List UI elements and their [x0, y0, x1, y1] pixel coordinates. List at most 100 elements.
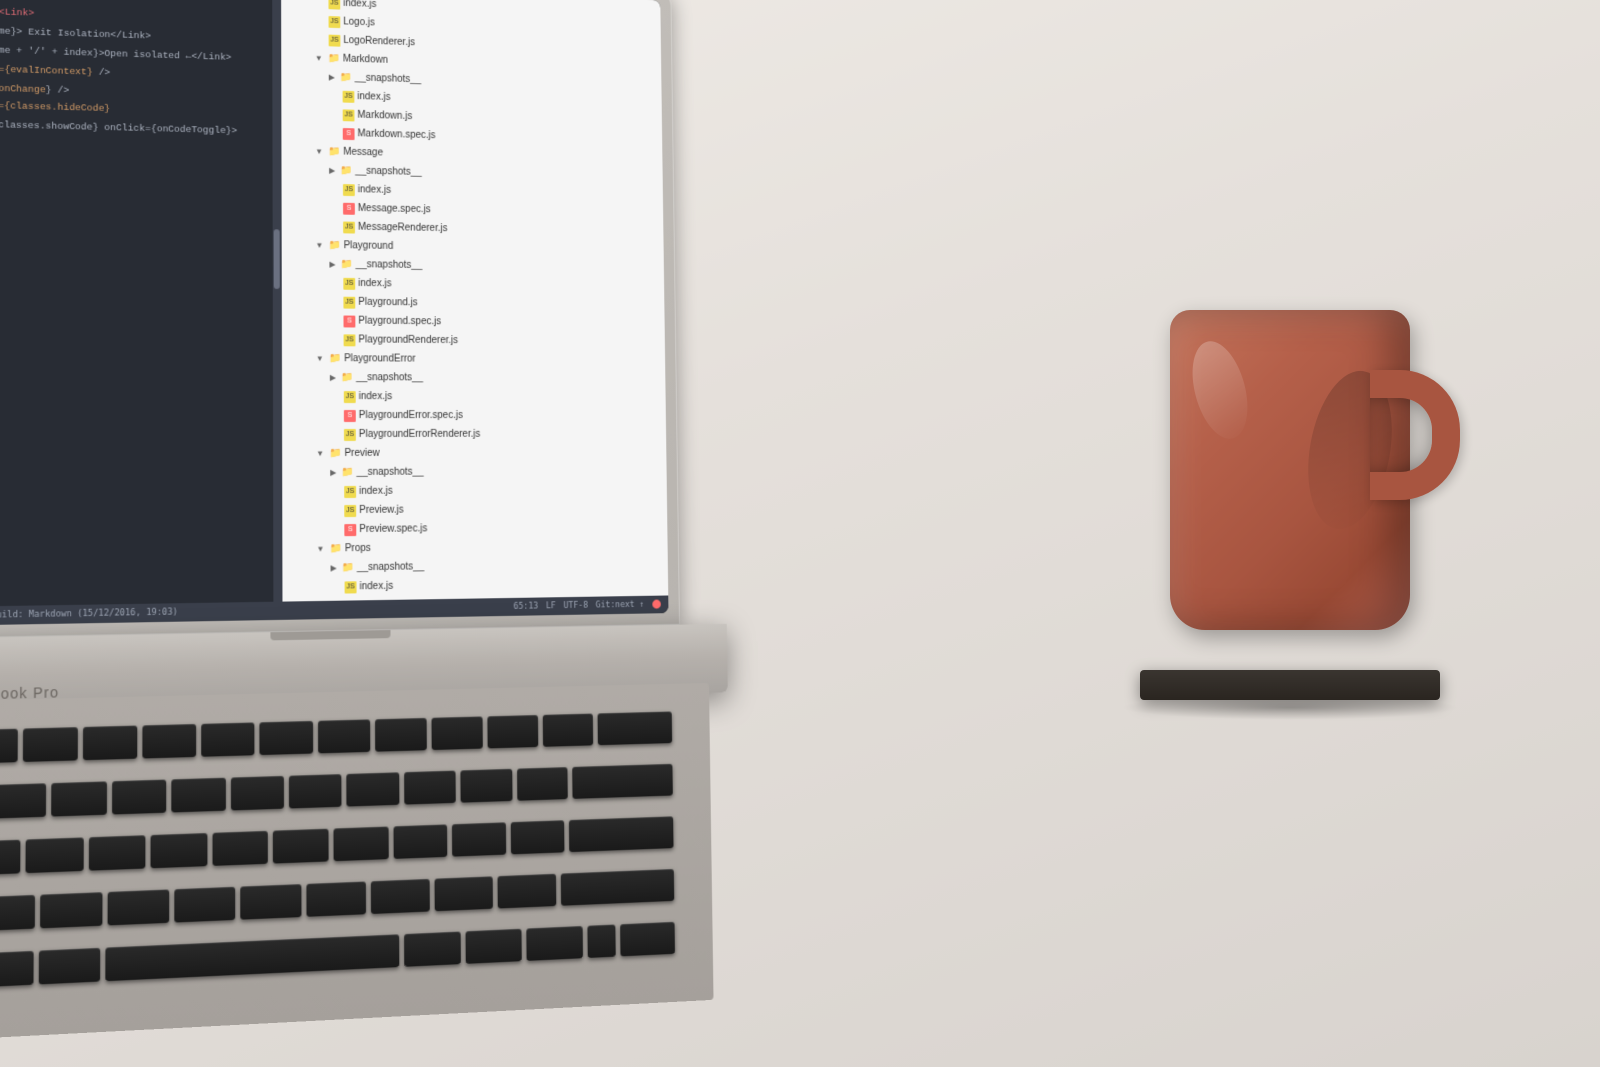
key[interactable]: [143, 724, 197, 759]
scrollbar-thumb[interactable]: [274, 229, 280, 289]
key[interactable]: [25, 837, 83, 873]
key[interactable]: [273, 829, 328, 864]
key[interactable]: [404, 770, 456, 804]
laptop-hinge: [270, 630, 390, 640]
key-backspace[interactable]: [597, 711, 672, 745]
key[interactable]: [461, 769, 513, 803]
key-alt-right[interactable]: [466, 929, 523, 964]
key[interactable]: [375, 717, 427, 751]
key[interactable]: [212, 831, 268, 866]
js-file-icon: JS: [343, 221, 355, 233]
folder-icon: 📁: [328, 238, 340, 254]
key-return[interactable]: [572, 764, 672, 799]
key-left[interactable]: [527, 926, 583, 961]
key-shift-right[interactable]: [560, 869, 674, 906]
folder-icon: 📁: [329, 445, 341, 461]
key[interactable]: [543, 713, 593, 746]
folder-playground-error[interactable]: ▼ 📁 PlaygroundError: [282, 349, 665, 370]
js-file-icon: JS: [343, 296, 355, 308]
spec-file-icon: S: [343, 315, 355, 327]
js-file-icon: JS: [343, 184, 355, 196]
key[interactable]: [202, 722, 255, 756]
status-lf: LF: [546, 601, 556, 611]
tree-item[interactable]: JS PlaygroundErrorRenderer.js: [282, 425, 666, 444]
cup-handle: [1370, 370, 1460, 500]
tree-item[interactable]: JS PlaygroundRenderer.js: [282, 330, 665, 351]
folder-icon: 📁: [340, 70, 352, 86]
key[interactable]: [511, 820, 564, 854]
js-file-icon: JS: [343, 277, 355, 289]
key-right[interactable]: [620, 922, 675, 957]
key[interactable]: [393, 824, 447, 859]
js-file-icon: JS: [344, 391, 356, 403]
status-icon: ⬤: [652, 600, 661, 610]
folder-icon: 📁: [341, 370, 353, 386]
cup-highlight: [1183, 335, 1257, 445]
key[interactable]: [347, 772, 399, 806]
key[interactable]: [151, 833, 208, 868]
key[interactable]: [289, 774, 342, 808]
key-alt[interactable]: [0, 951, 34, 988]
arrow-icon: ▶: [331, 560, 337, 576]
folder-icon: 📁: [340, 163, 352, 179]
js-file-icon: JS: [343, 90, 355, 102]
key[interactable]: [435, 876, 494, 911]
key[interactable]: [0, 783, 47, 818]
key[interactable]: [231, 776, 284, 811]
key[interactable]: [452, 822, 506, 856]
js-file-icon: JS: [343, 109, 355, 121]
key[interactable]: [40, 892, 103, 928]
key[interactable]: [112, 779, 167, 814]
spec-file-icon: S: [343, 202, 355, 214]
laptop-screen-outer: <Link> me}> Exit Isolation</Link> me + '…: [0, 0, 680, 638]
tree-item[interactable]: S PlaygroundError.spec.js: [282, 406, 666, 425]
folder-icon: 📁: [342, 560, 354, 576]
key[interactable]: [498, 874, 556, 909]
key-cmd[interactable]: [39, 948, 100, 985]
key[interactable]: [175, 887, 236, 923]
key[interactable]: [23, 727, 78, 762]
key[interactable]: [487, 715, 538, 748]
spec-file-icon: S: [343, 128, 355, 140]
arrow-icon: ▼: [315, 144, 323, 160]
arrow-icon: ▶: [329, 163, 335, 179]
key[interactable]: [52, 781, 107, 816]
key[interactable]: [306, 882, 366, 917]
key[interactable]: [172, 777, 226, 812]
js-file-icon: JS: [329, 34, 341, 46]
key[interactable]: [371, 879, 430, 914]
status-build: build: Markdown (15/12/2016, 19:03): [0, 607, 178, 620]
folder-snapshots[interactable]: ▶ 📁 __snapshots__: [282, 462, 667, 483]
key[interactable]: [334, 826, 389, 861]
keyboard-keys: [0, 704, 675, 1003]
key[interactable]: [83, 725, 137, 760]
js-file-icon: JS: [344, 485, 356, 497]
key[interactable]: [318, 719, 370, 753]
arrow-icon: ▼: [315, 50, 323, 66]
folder-snapshots[interactable]: ▶ 📁 __snapshots__: [282, 368, 666, 388]
scrollbar-track[interactable]: [272, 0, 281, 602]
key[interactable]: [0, 895, 35, 931]
key[interactable]: [108, 890, 170, 926]
key[interactable]: [569, 816, 674, 852]
key-space[interactable]: [105, 935, 399, 982]
key[interactable]: [260, 720, 313, 754]
js-file-icon: JS: [344, 428, 356, 440]
coffee-cup: [1170, 310, 1410, 630]
laptop: <Link> me}> Exit Isolation</Link> me + '…: [0, 0, 730, 893]
coffee-cup-area: [1080, 200, 1500, 750]
arrow-icon: ▼: [316, 351, 324, 367]
folder-preview[interactable]: ▼ 📁 Preview: [282, 443, 666, 463]
key-cmd-right[interactable]: [404, 932, 461, 967]
key[interactable]: [0, 728, 18, 763]
key[interactable]: [88, 835, 145, 871]
js-file-icon: JS: [329, 16, 341, 28]
key-up-down[interactable]: [587, 925, 615, 958]
key[interactable]: [241, 884, 301, 920]
folder-icon: 📁: [341, 464, 353, 480]
tree-item[interactable]: JS index.js: [282, 387, 666, 407]
key[interactable]: [0, 840, 20, 876]
key[interactable]: [517, 767, 568, 801]
js-file-icon: JS: [345, 581, 357, 593]
key[interactable]: [431, 716, 482, 750]
